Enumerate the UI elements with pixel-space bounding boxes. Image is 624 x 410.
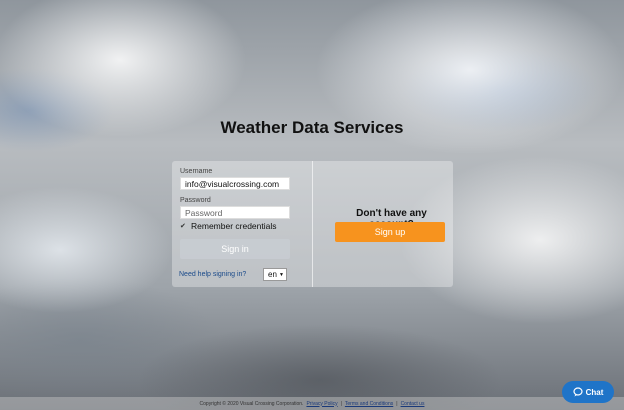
username-label: Username [180,168,213,175]
checkmark-icon: ✔ [180,223,186,230]
password-input[interactable] [180,206,290,219]
signup-button[interactable]: Sign up [335,222,445,242]
chat-button[interactable]: Chat [562,381,614,403]
copyright-text: Copyright © 2020 Visual Crossing Corpora… [199,400,304,407]
login-panel: Username Password ✔ Remember credentials… [172,161,453,287]
username-input[interactable] [180,177,290,190]
contact-link[interactable]: Contact us [401,401,425,407]
help-link[interactable]: Need help signing in? [179,271,246,278]
chat-bubble-icon [573,387,583,397]
dropdown-arrow-icon: ▼ [279,271,284,278]
panel-divider [312,161,313,287]
page-title: Weather Data Services [220,118,404,137]
password-label: Password [180,197,211,204]
language-value: en [268,270,277,279]
privacy-link[interactable]: Privacy Policy [306,401,337,407]
language-select[interactable]: en ▼ [263,268,287,281]
terms-link[interactable]: Terms and Conditions [345,401,393,407]
footer: Copyright © 2020 Visual Crossing Corpora… [0,397,624,410]
remember-checkbox[interactable]: ✔ Remember credentials [180,221,277,231]
signin-button[interactable]: Sign in [180,239,290,259]
remember-label: Remember credentials [191,221,277,231]
chat-label: Chat [585,387,604,397]
